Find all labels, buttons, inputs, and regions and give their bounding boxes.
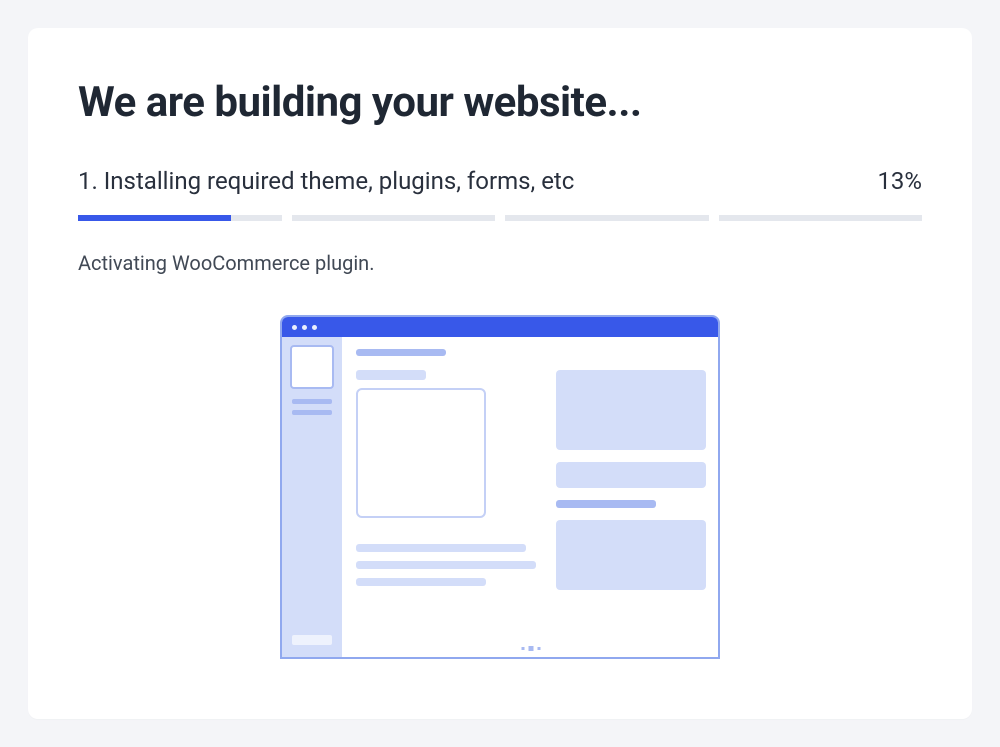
progress-fill [78,215,231,221]
progress-segment-3 [505,215,709,221]
mock-window-titlebar [282,317,718,337]
mock-heading [356,370,426,380]
mock-main [342,337,720,657]
mock-widget [556,520,706,590]
mock-nav-item [356,349,446,356]
mock-text-line [556,500,656,508]
mock-sidebar-footer [292,635,332,645]
mock-sidebar [282,337,342,657]
window-dot-icon [302,325,307,330]
status-message: Activating WooCommerce plugin. [78,251,922,275]
page-title: We are building your website... [78,78,922,127]
mock-text-line [356,544,526,552]
mock-pagination-dots [522,646,541,651]
mock-text-line [356,578,486,586]
progress-segment-4 [719,215,923,221]
mock-content-left [356,370,536,595]
window-dot-icon [292,325,297,330]
step-label: 1. Installing required theme, plugins, f… [78,167,574,195]
mock-sidebar-line [292,410,332,415]
progress-segment-1 [78,215,282,221]
mock-widget [556,370,706,450]
progress-bar [78,215,922,221]
website-preview-illustration [280,315,720,659]
mock-window-body [282,337,718,657]
window-dot-icon [312,325,317,330]
step-row: 1. Installing required theme, plugins, f… [78,167,922,195]
mock-avatar [290,345,334,389]
step-percent: 13% [877,167,922,195]
mock-text-line [356,561,536,569]
illustration [78,315,922,679]
mock-widget [556,462,706,488]
mock-content-right [556,370,706,595]
mock-image-placeholder [356,388,486,518]
progress-segment-2 [292,215,496,221]
build-progress-card: We are building your website... 1. Insta… [28,28,972,719]
mock-sidebar-line [292,399,332,404]
